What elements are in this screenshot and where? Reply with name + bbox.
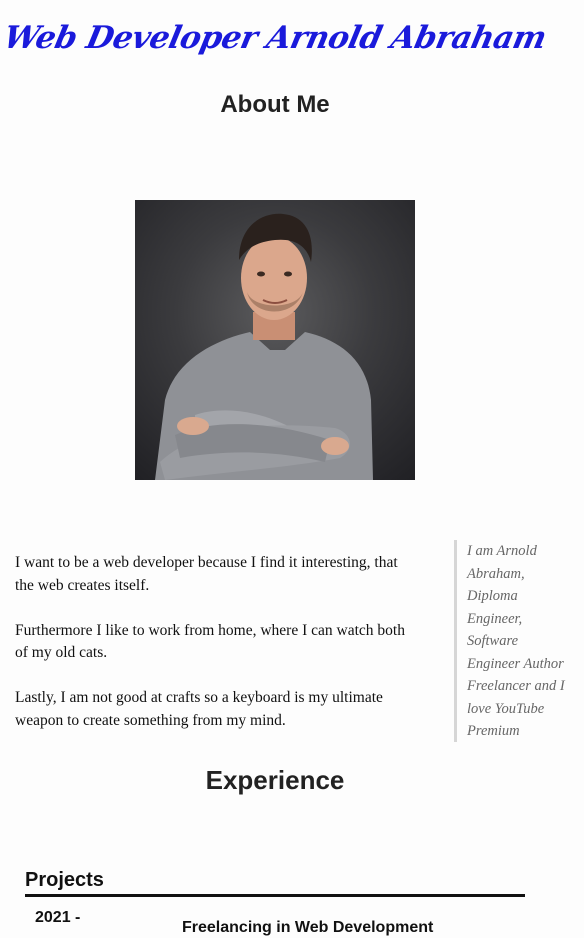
experience-heading: Experience [205, 765, 345, 795]
about-paragraph: I want to be a web developer because I f… [15, 554, 398, 594]
about-paragraph: Furthermore I like to work from home, wh… [15, 621, 405, 662]
about-text: I want to be a web developer because I f… [15, 552, 420, 755]
about-paragraph: Lastly, I am not good at crafts so a key… [15, 689, 383, 729]
portrait-image [135, 200, 415, 480]
project-date: 2021 - [35, 909, 81, 926]
site-title: Web Developer Arnold Abraham [0, 20, 550, 56]
projects-heading: Projects [25, 868, 525, 897]
about-quote: I am Arnold Abraham, Diploma Engineer, S… [454, 540, 574, 742]
portrait-illustration [155, 213, 373, 480]
about-heading: About Me [220, 91, 330, 118]
project-title: Freelancing in Web Development [182, 919, 434, 936]
